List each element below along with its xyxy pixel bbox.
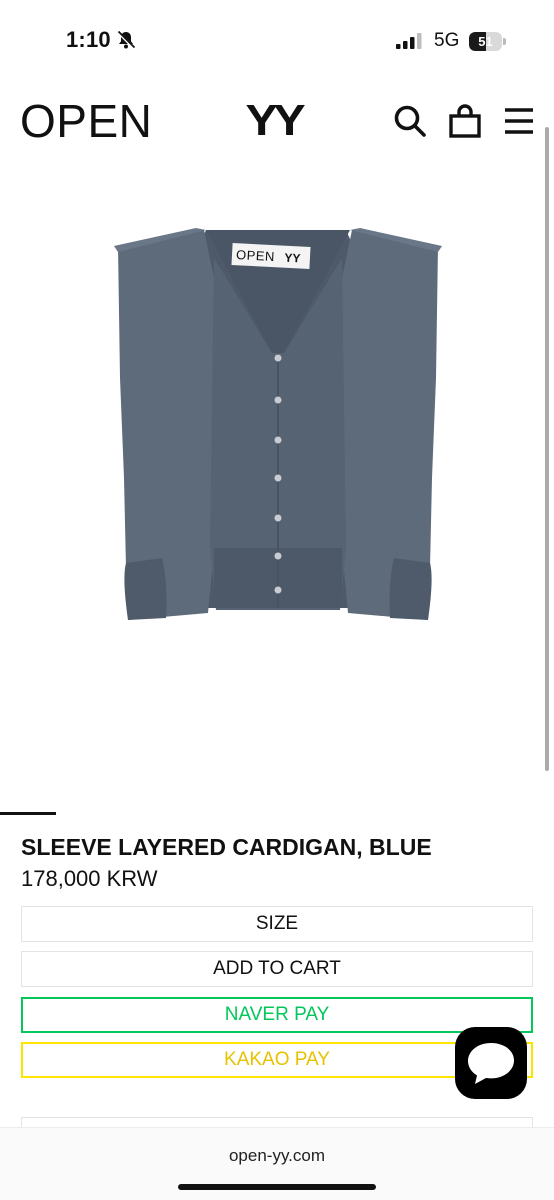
logo-yy[interactable]: YY xyxy=(245,98,305,144)
chat-bubble-icon xyxy=(468,1043,514,1084)
gallery-indicator[interactable] xyxy=(0,812,56,815)
search-icon[interactable] xyxy=(393,104,427,138)
clock: 1:10 xyxy=(66,27,111,52)
network-type: 5G xyxy=(434,30,460,51)
cellular-signal-icon xyxy=(396,33,422,49)
site-header: OPEN YY xyxy=(0,92,554,152)
menu-icon[interactable] xyxy=(502,104,536,138)
product-label-yy: YY xyxy=(284,250,301,266)
status-bar: 1:10 5G 51 xyxy=(0,0,554,84)
product-price: 178,000 KRW xyxy=(21,866,158,891)
chat-button[interactable] xyxy=(455,1027,527,1099)
size-button[interactable]: SIZE xyxy=(21,906,533,942)
product-label-open: OPEN xyxy=(235,247,276,265)
product-image[interactable] xyxy=(96,218,460,626)
add-to-cart-button[interactable]: ADD TO CART xyxy=(21,951,533,987)
next-section-edge xyxy=(21,1117,533,1127)
home-indicator[interactable] xyxy=(178,1184,376,1190)
shopping-bag-icon[interactable] xyxy=(448,104,482,138)
bell-slash-icon xyxy=(116,30,136,50)
product-title: SLEEVE LAYERED CARDIGAN, BLUE xyxy=(21,834,432,860)
battery-level: 51 xyxy=(478,34,493,49)
logo-open[interactable]: OPEN xyxy=(20,98,152,144)
browser-bottom-bar: open-yy.com xyxy=(0,1127,554,1200)
url-bar[interactable]: open-yy.com xyxy=(0,1146,554,1166)
battery-icon: 51 xyxy=(469,32,506,51)
page-scrollbar[interactable] xyxy=(545,127,549,771)
product-label: OPEN YY xyxy=(236,246,311,268)
